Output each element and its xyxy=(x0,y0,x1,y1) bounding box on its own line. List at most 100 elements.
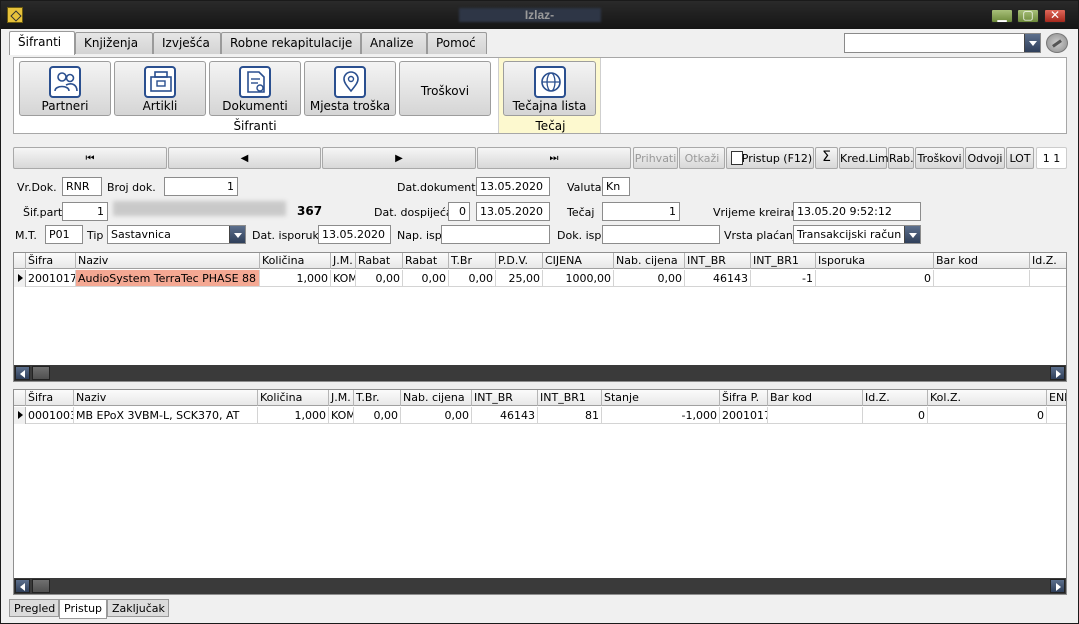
cell-naziv[interactable]: AudioSystem TerraTec PHASE 88 xyxy=(76,270,260,287)
tab-knjizenja[interactable]: Knjiženja xyxy=(75,32,153,54)
scroll-thumb[interactable] xyxy=(32,579,50,593)
col-nab-cijena[interactable]: Nab. cijena xyxy=(401,390,472,406)
cell-int-br[interactable]: 46143 xyxy=(685,270,751,287)
cell-rabat[interactable]: 0,00 xyxy=(356,270,403,287)
scroll-left-icon[interactable] xyxy=(15,366,30,380)
scroll-thumb[interactable] xyxy=(32,366,50,380)
cell-bar-kod[interactable] xyxy=(934,270,1030,287)
cell-kolicina[interactable]: 1,000 xyxy=(260,270,331,287)
col-sifra[interactable]: Šifra xyxy=(26,253,76,269)
col-int-br1[interactable]: INT_BR1 xyxy=(751,253,816,269)
col-idz[interactable]: Id.Z. xyxy=(1030,253,1066,269)
table-row[interactable]: 0001003 MB EPoX 3VBM-L, SCK370, AT 1,000… xyxy=(14,407,1066,424)
col-tbr[interactable]: T.Br. xyxy=(354,390,401,406)
cell-nab-cijena[interactable]: 0,00 xyxy=(614,270,685,287)
table-row[interactable]: 2001017 AudioSystem TerraTec PHASE 88 1,… xyxy=(14,270,1066,287)
prihvati-button[interactable]: Prihvati xyxy=(633,147,678,169)
rab-button[interactable]: Rab. xyxy=(888,147,914,169)
cell-bar-kod[interactable] xyxy=(768,407,863,424)
odvoji-button[interactable]: Odvoji xyxy=(965,147,1005,169)
otkazi-button[interactable]: Otkaži xyxy=(679,147,725,169)
artikli-button[interactable]: Artikli xyxy=(114,61,206,116)
col-tbr[interactable]: T.Br xyxy=(449,253,496,269)
scroll-right-icon[interactable] xyxy=(1050,366,1065,380)
minimize-button[interactable]: ▁ xyxy=(991,8,1013,23)
col-rabat2[interactable]: Rabat xyxy=(403,253,449,269)
mt-field[interactable]: P01 xyxy=(45,225,83,244)
cell-idz[interactable] xyxy=(1030,270,1066,287)
col-isporuka[interactable]: Isporuka xyxy=(816,253,934,269)
maximize-button[interactable]: ▢ xyxy=(1017,8,1039,23)
col-kolz[interactable]: Kol.Z. xyxy=(928,390,1047,406)
col-rabat[interactable]: Rabat xyxy=(356,253,403,269)
tecajna-lista-button[interactable]: Tečajna lista xyxy=(503,61,596,116)
col-nab-cijena[interactable]: Nab. cijena xyxy=(614,253,685,269)
last-record-button[interactable]: ⏭ xyxy=(477,147,631,169)
col-bar-kod[interactable]: Bar kod xyxy=(934,253,1030,269)
troskovi-nav-button[interactable]: Troškovi xyxy=(915,147,964,169)
troskovi-button[interactable]: Troškovi xyxy=(399,61,491,116)
valuta-field[interactable]: Kn xyxy=(602,177,630,196)
scroll-right-icon[interactable] xyxy=(1050,579,1065,593)
cell-kolicina[interactable]: 1,000 xyxy=(258,407,329,424)
cell-sifra-p[interactable]: 2001017 xyxy=(720,407,768,424)
brojdok-field[interactable]: 1 xyxy=(164,177,238,196)
chevron-down-icon[interactable] xyxy=(1024,34,1040,52)
mjesta-troska-button[interactable]: Mjesta troška xyxy=(304,61,396,116)
cell-tbr[interactable]: 0,00 xyxy=(449,270,496,287)
datisp-field[interactable]: 13.05.2020 xyxy=(318,225,391,244)
col-jm[interactable]: J.M. xyxy=(331,253,356,269)
col-pdv[interactable]: P.D.V. xyxy=(496,253,543,269)
cell-pdv[interactable]: 25,00 xyxy=(496,270,543,287)
lot-button[interactable]: LOT xyxy=(1006,147,1034,169)
tab-pomoc[interactable]: Pomoć xyxy=(427,32,487,54)
top-combo[interactable] xyxy=(844,33,1041,53)
tip-select[interactable]: Sastavnica xyxy=(107,225,246,244)
cell-idz[interactable]: 0 xyxy=(863,407,928,424)
datdok-field[interactable]: 13.05.2020 xyxy=(476,177,550,196)
components-grid-scrollbar[interactable] xyxy=(14,578,1066,594)
datdosp-field[interactable]: 13.05.2020 xyxy=(476,202,550,221)
prev-record-button[interactable]: ◀ xyxy=(168,147,321,169)
col-kolicina[interactable]: Količina xyxy=(258,390,329,406)
cell-sifra[interactable]: 2001017 xyxy=(26,270,76,287)
col-sifra-p[interactable]: Šifra P. xyxy=(720,390,768,406)
cell-cijena[interactable]: 1000,00 xyxy=(543,270,614,287)
col-bar-kod[interactable]: Bar kod xyxy=(768,390,863,406)
kred-lim-button[interactable]: Kred.Lim xyxy=(839,147,889,169)
col-int-br[interactable]: INT_BR xyxy=(685,253,751,269)
cell-jm[interactable]: KOM xyxy=(329,407,354,424)
cell-kolz[interactable]: 0 xyxy=(928,407,1047,424)
cell-stanje[interactable]: -1,000 xyxy=(602,407,720,424)
tab-zakljucak[interactable]: Zaključak xyxy=(107,599,169,617)
chevron-down-icon[interactable] xyxy=(229,226,245,243)
col-int-br1[interactable]: INT_BR1 xyxy=(538,390,602,406)
col-sifra[interactable]: Šifra xyxy=(26,390,74,406)
cell-rabat2[interactable]: 0,00 xyxy=(403,270,449,287)
col-eni[interactable]: ENI xyxy=(1047,390,1066,406)
cell-sifra[interactable]: 0001003 xyxy=(26,407,74,424)
cell-isporuka[interactable]: 0 xyxy=(816,270,934,287)
col-jm[interactable]: J.M. xyxy=(329,390,354,406)
col-stanje[interactable]: Stanje xyxy=(602,390,720,406)
pin-icon[interactable] xyxy=(1046,33,1068,53)
cell-tbr[interactable]: 0,00 xyxy=(354,407,401,424)
partneri-button[interactable]: Partneri xyxy=(19,61,111,116)
cell-int-br1[interactable]: -1 xyxy=(751,270,816,287)
chevron-down-icon[interactable] xyxy=(904,226,920,243)
col-kolicina[interactable]: Količina xyxy=(260,253,331,269)
col-naziv[interactable]: Naziv xyxy=(74,390,258,406)
tab-izvjesca[interactable]: Izvješća xyxy=(153,32,221,54)
napisp-field[interactable] xyxy=(441,225,550,244)
dosp-days-field[interactable]: 0 xyxy=(448,202,470,221)
tab-pregled[interactable]: Pregled xyxy=(9,599,59,617)
items-grid-scrollbar[interactable] xyxy=(14,365,1066,381)
tab-sifranti[interactable]: Šifranti xyxy=(9,31,75,55)
col-idz[interactable]: Id.Z. xyxy=(863,390,928,406)
cell-naziv[interactable]: MB EPoX 3VBM-L, SCK370, AT xyxy=(74,407,258,424)
sigma-button[interactable]: Σ xyxy=(815,147,838,169)
col-cijena[interactable]: CIJENA xyxy=(543,253,614,269)
tab-robne-rekapitulacije[interactable]: Robne rekapitulacije xyxy=(221,32,361,54)
dokisp-field[interactable] xyxy=(602,225,720,244)
pristup-button[interactable]: Pristup (F12) xyxy=(726,147,814,169)
